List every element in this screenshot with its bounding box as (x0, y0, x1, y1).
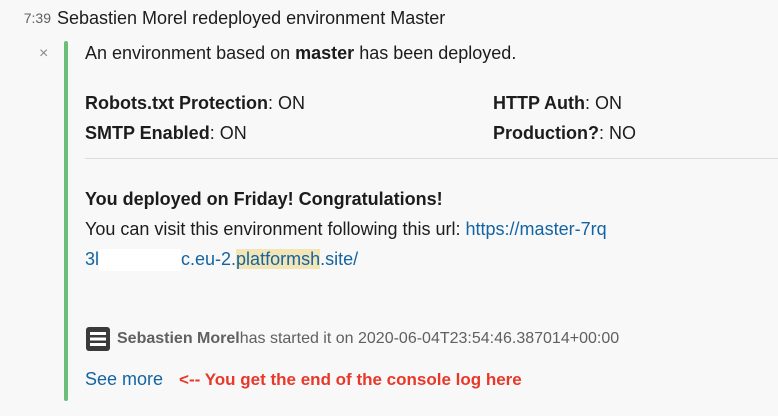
field-value: : NO (599, 123, 637, 143)
environment-url-link-continued[interactable]: 3l c.eu-2.platformsh.site/ (85, 246, 358, 272)
environment-url-link[interactable]: https://master-7rq (466, 219, 607, 239)
field-key: Robots.txt Protection (85, 93, 268, 113)
attachment-accent-bar (64, 41, 68, 401)
divider (85, 158, 778, 159)
message-header: 7:39 Sebastien Morel redeployed environm… (0, 6, 445, 30)
annotation-text: <-- You get the end of the console log h… (179, 369, 522, 389)
pretext-start: An environment based on (85, 43, 296, 63)
field-value: : ON (209, 123, 247, 143)
field-value: : ON (585, 93, 623, 113)
list-icon (86, 327, 110, 351)
slack-message: 7:39 Sebastien Morel redeployed environm… (0, 0, 778, 416)
visit-text: You can visit this environment following… (85, 216, 700, 242)
footer-author: Sebastien Morel (117, 330, 240, 347)
field-key: Production? (493, 123, 599, 143)
field-value: : ON (268, 93, 306, 113)
attachment-pretext: An environment based on master has been … (85, 40, 778, 66)
see-more-row: See more <-- You get the end of the cons… (85, 369, 522, 390)
visit-label: You can visit this environment following… (85, 219, 466, 239)
url-highlight: platformsh (236, 249, 321, 269)
see-more-link[interactable]: See more (85, 369, 163, 390)
message-text: Sebastien Morel redeployed environment M… (57, 7, 446, 28)
redacted-area (99, 249, 182, 272)
url-part: .site/ (320, 249, 359, 269)
message-timestamp[interactable]: 7:39 (0, 10, 57, 26)
field-production: Production?: NO (493, 120, 636, 146)
pretext-end: has been deployed. (354, 43, 517, 63)
field-http-auth: HTTP Auth: ON (493, 90, 622, 116)
field-key: SMTP Enabled (85, 123, 210, 143)
pretext-branch: master (295, 43, 355, 63)
url-part: c.eu-2. (181, 249, 237, 269)
close-icon[interactable]: × (39, 46, 48, 62)
attachment-footer: Sebastien Morel has started it on 2020-0… (85, 326, 619, 352)
footer-text: has started it on 2020-06-04T23:54:46.38… (239, 330, 620, 347)
congrats-heading: You deployed on Friday! Congratulations! (85, 189, 443, 209)
field-key: HTTP Auth (493, 93, 585, 113)
field-smtp-enabled: SMTP Enabled: ON (85, 120, 247, 146)
url-part: 3l (85, 249, 100, 269)
field-robots-txt: Robots.txt Protection: ON (85, 90, 305, 116)
attachment: An environment based on master has been … (85, 40, 778, 389)
